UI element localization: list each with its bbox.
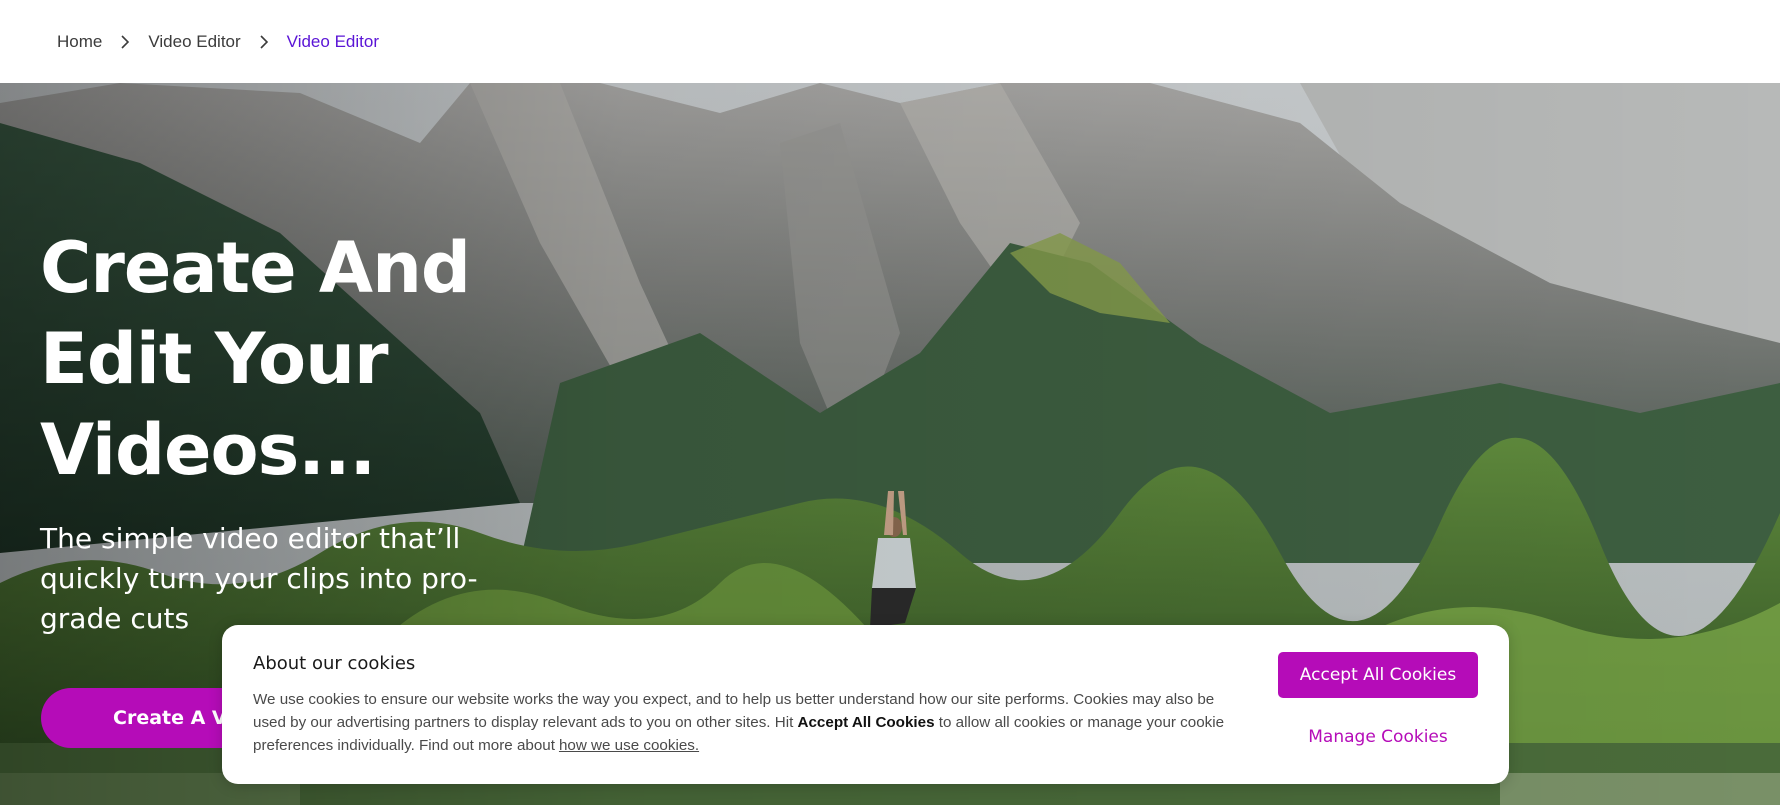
cookie-title: About our cookies (253, 653, 416, 674)
chevron-right-icon (102, 34, 148, 49)
breadcrumb: Home Video Editor Video Editor (0, 0, 1780, 83)
cookie-policy-link[interactable]: how we use cookies. (559, 737, 699, 754)
cookie-description: We use cookies to ensure our website wor… (253, 688, 1243, 757)
breadcrumb-home-link[interactable]: Home (57, 32, 102, 52)
manage-cookies-button[interactable]: Manage Cookies (1278, 717, 1478, 757)
hero-title: Create And Edit Your Videos... (40, 227, 471, 491)
chevron-right-icon (241, 34, 287, 49)
accept-all-cookies-button[interactable]: Accept All Cookies (1278, 652, 1478, 698)
breadcrumb-video-editor-link[interactable]: Video Editor (148, 32, 240, 52)
breadcrumb-current-page: Video Editor (286, 31, 379, 51)
cookie-text-bold: Accept All Cookies (797, 714, 935, 731)
cookie-banner: About our cookies We use cookies to ensu… (222, 625, 1509, 784)
hero-subtitle: The simple video editor that’ll quickly … (40, 522, 478, 635)
